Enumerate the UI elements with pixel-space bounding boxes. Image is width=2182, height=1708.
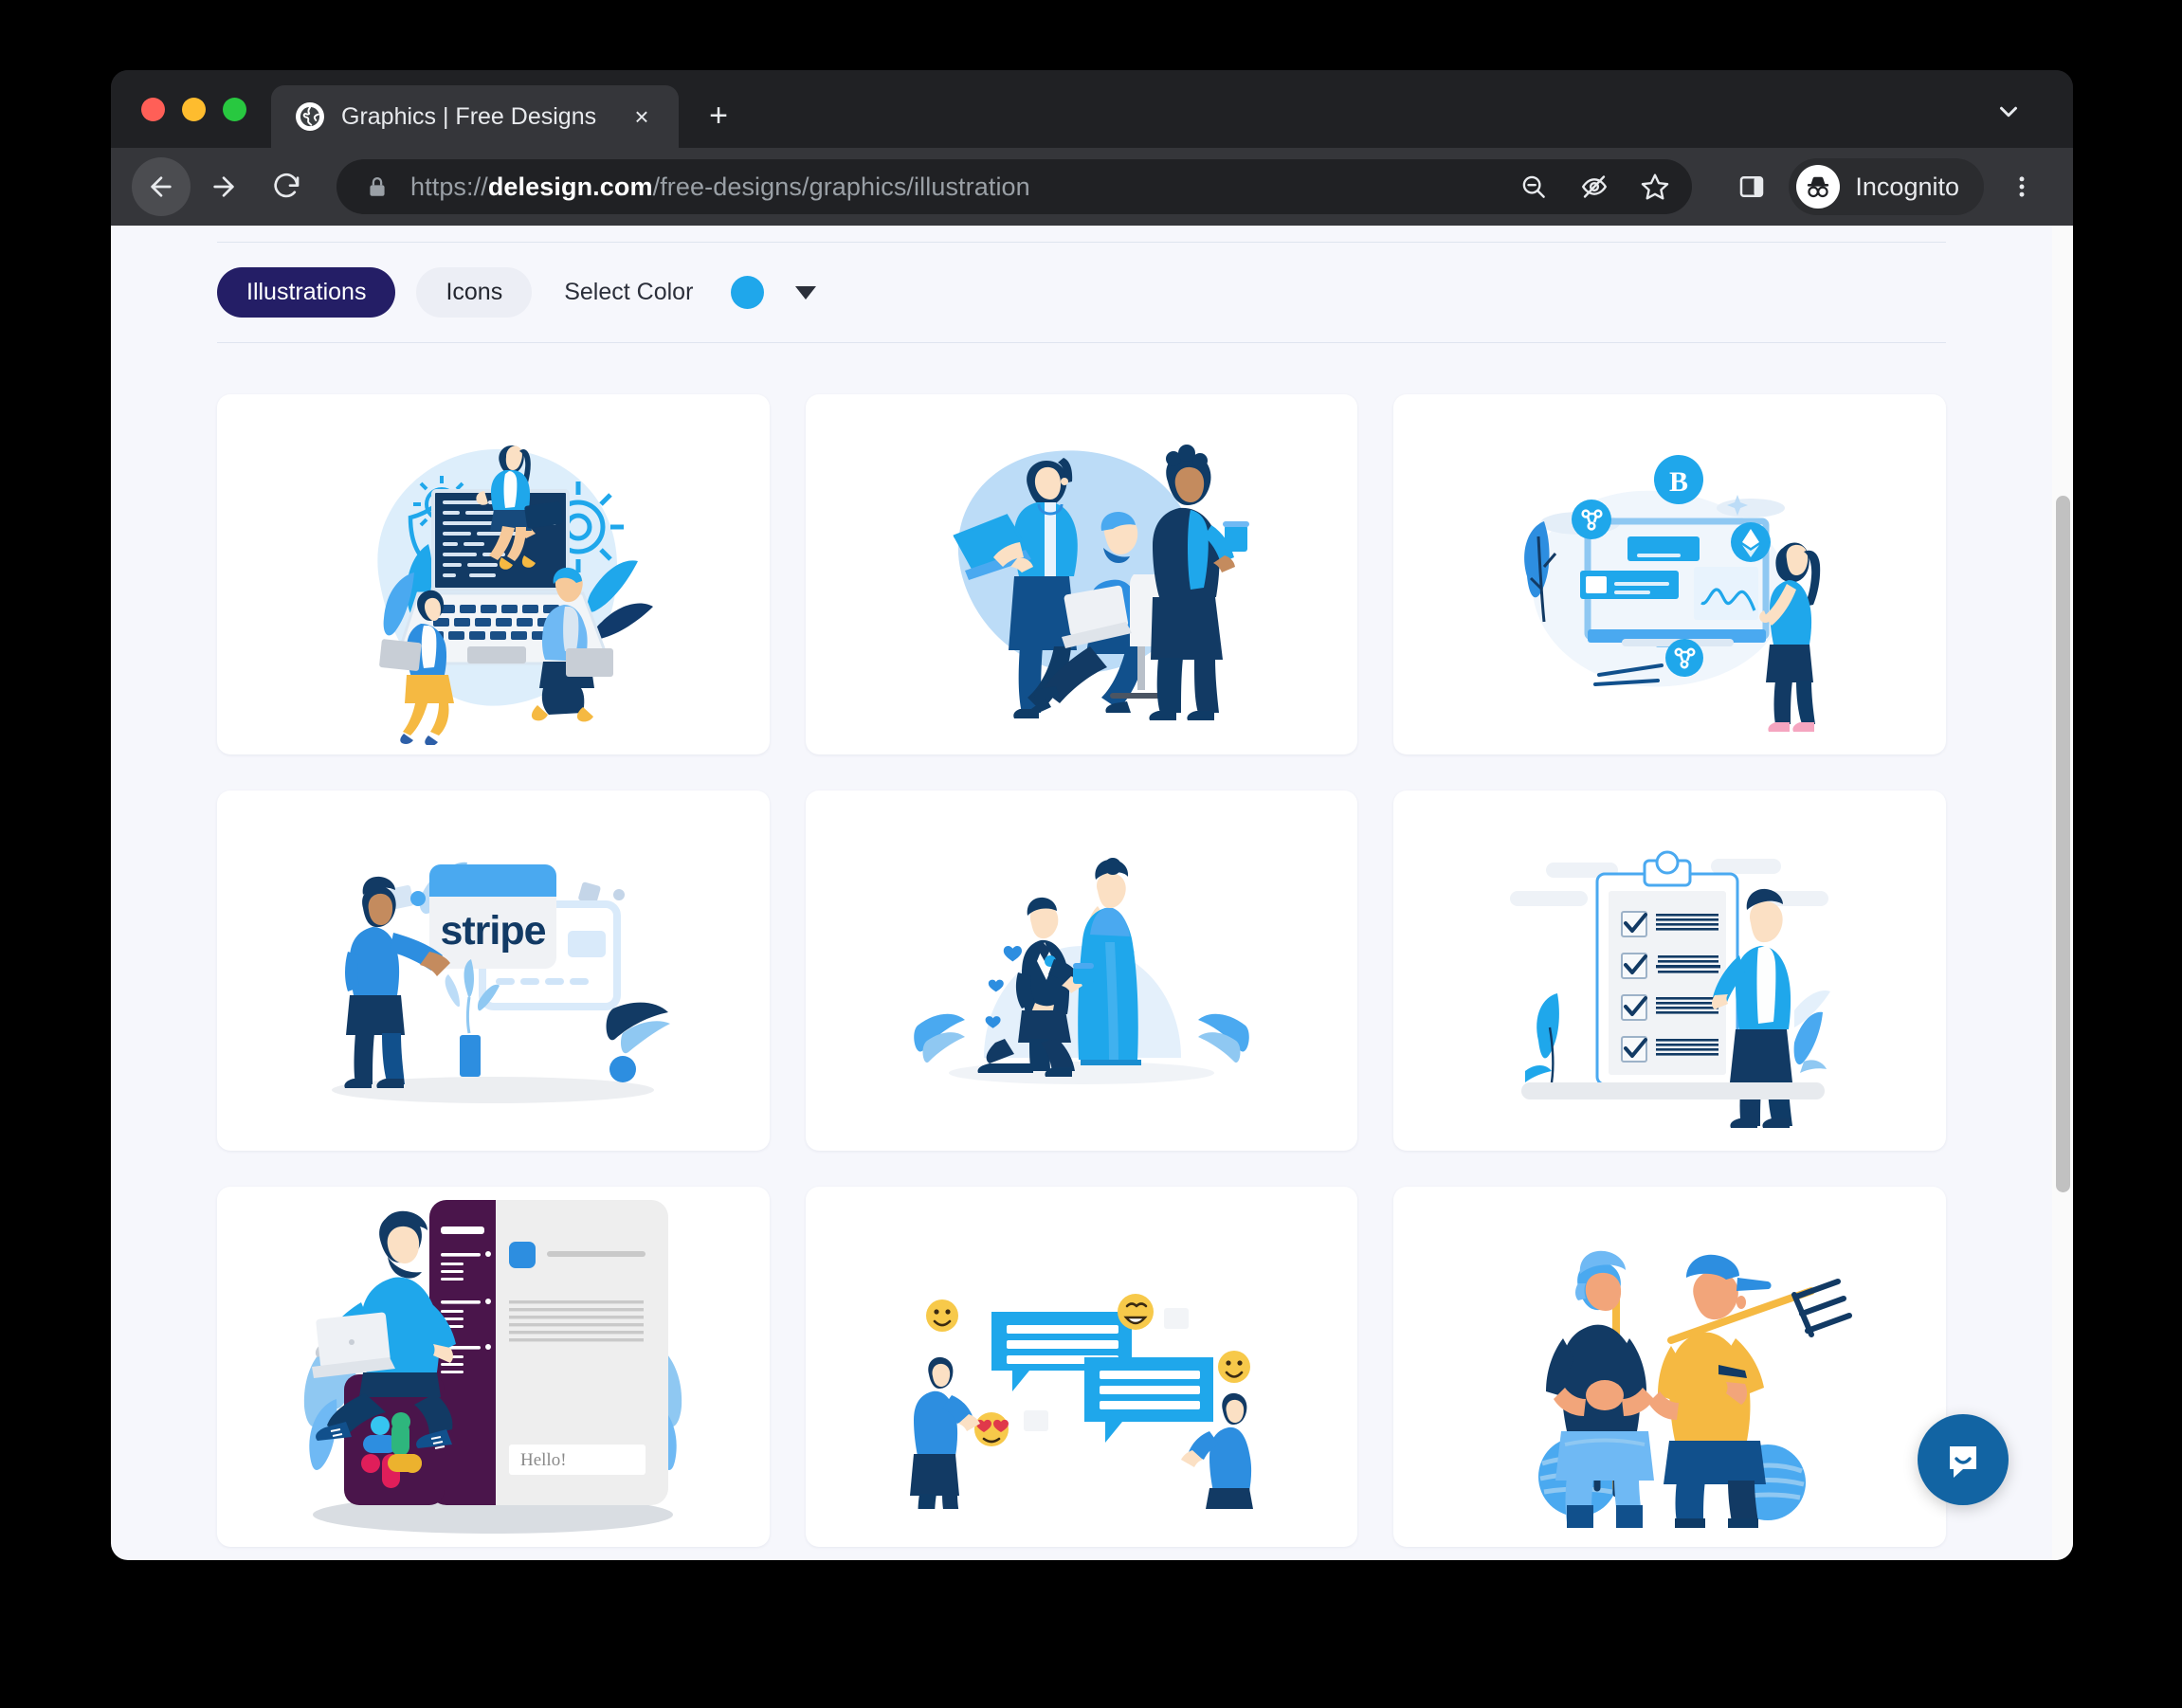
window-maximize-button[interactable] [223,97,246,121]
chevron-down-icon[interactable] [1980,83,2037,140]
illustration-card-checklist[interactable] [1393,790,1946,1151]
tab-strip: Graphics | Free Designs × + [111,70,2073,148]
omnibox-actions [1506,159,1682,214]
url-scheme: https:// [410,172,488,201]
url-text[interactable]: https://delesign.com/free-designs/graphi… [410,173,1485,202]
page-scrollbar[interactable] [2052,226,2073,1560]
content-container: Illustrations Icons Select Color B strip… [111,242,2052,1547]
page-content: Illustrations Icons Select Color B strip… [111,226,2052,1560]
eye-slash-icon[interactable] [1567,159,1622,214]
close-icon[interactable]: × [626,100,658,133]
scrollbar-thumb[interactable] [2056,496,2070,1192]
globe-favicon [296,102,324,131]
illustration-card-marriage-proposal[interactable] [805,790,1358,1151]
browser-tab-graphics[interactable]: Graphics | Free Designs × [271,85,679,148]
tab-illustrations[interactable]: Illustrations [217,267,396,318]
slack-message-placeholder: Hello! [520,1450,567,1470]
browser-window: Graphics | Free Designs × + https://dele… [111,70,2073,1560]
chat-bubble-icon [1950,1446,1976,1478]
chevron-down-icon[interactable] [795,285,817,300]
illustration-card-farmers[interactable] [1393,1187,1946,1547]
illustration-card-stripe-payment[interactable]: stripe [217,790,770,1151]
illustration-card-slack-workspace[interactable]: Hello! [217,1187,770,1547]
profile-incognito-button[interactable]: Incognito [1789,158,1984,215]
chrome-menu-icon[interactable] [1995,160,2048,213]
reload-button[interactable] [257,157,316,216]
svg-text:B: B [1669,466,1688,498]
select-color-label: Select Color [564,279,694,305]
url-path: /free-designs/graphics/illustration [652,172,1030,201]
window-traffic-lights [111,70,271,148]
svg-text:stripe: stripe [441,908,546,954]
incognito-avatar-icon [1796,165,1841,209]
filter-bar: Illustrations Icons Select Color [217,243,1946,342]
address-bar[interactable]: https://delesign.com/free-designs/graphi… [336,159,1693,214]
profile-label: Incognito [1855,172,1959,201]
color-swatch[interactable] [731,276,765,309]
url-domain: delesign.com [487,172,653,201]
star-icon[interactable] [1627,159,1682,214]
illustration-grid: B stripe Hello! [217,394,1946,1547]
intercom-chat-launcher[interactable] [1918,1414,2009,1505]
illustration-card-chat-messaging[interactable] [805,1187,1358,1547]
illustration-card-programming-team[interactable] [217,394,770,754]
filter-divider-bottom [217,342,1946,343]
illustration-card-cryptocurrency[interactable]: B [1393,394,1946,754]
tab-title: Graphics | Free Designs [341,102,597,130]
browser-toolbar: https://delesign.com/free-designs/graphi… [111,148,2073,226]
tab-icons[interactable]: Icons [416,267,533,318]
back-button[interactable] [132,157,191,216]
lock-icon[interactable] [365,174,390,199]
zoom-out-icon[interactable] [1506,159,1561,214]
forward-button[interactable] [194,157,253,216]
window-close-button[interactable] [141,97,165,121]
page-viewport: Illustrations Icons Select Color B strip… [111,226,2073,1560]
illustration-card-office-collaboration[interactable] [805,394,1358,754]
new-tab-button[interactable]: + [692,89,745,142]
side-panel-icon[interactable] [1724,159,1779,214]
window-minimize-button[interactable] [182,97,206,121]
